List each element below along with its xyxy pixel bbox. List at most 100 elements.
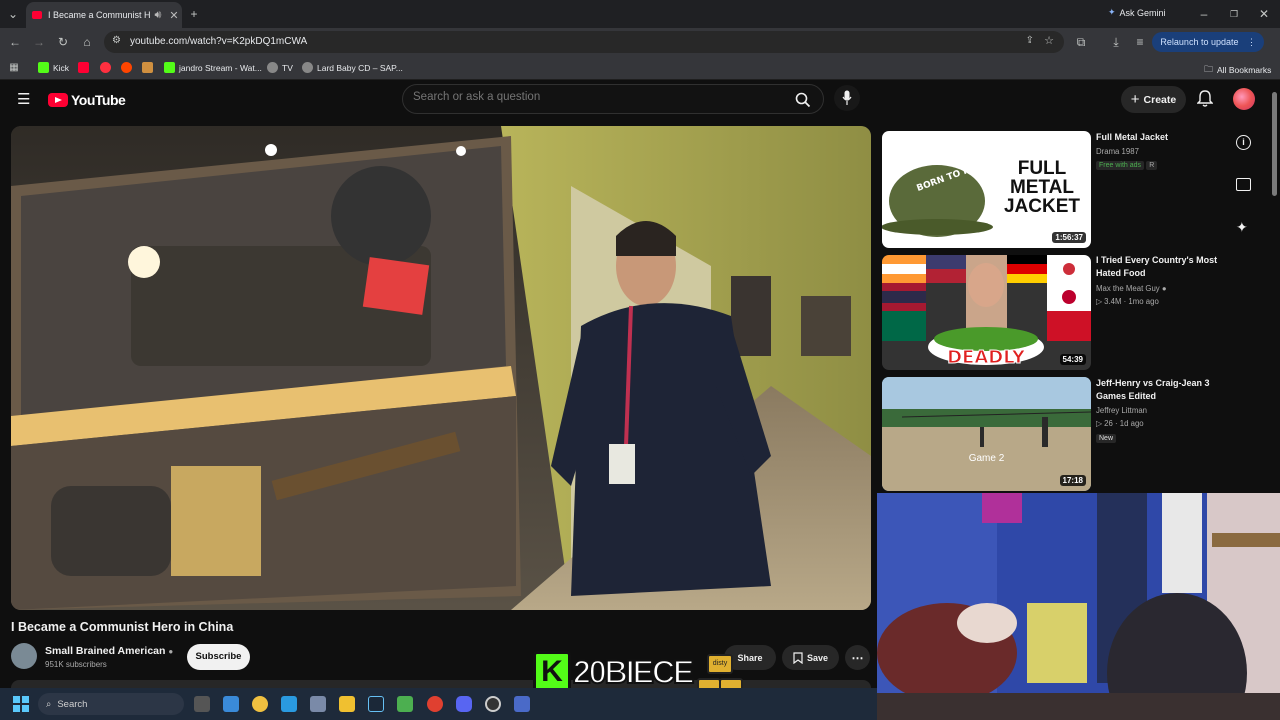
app-icon[interactable] bbox=[514, 696, 530, 712]
sparkle-icon[interactable]: ✦ bbox=[1236, 219, 1248, 236]
reload-icon[interactable]: ↻ bbox=[55, 34, 71, 50]
minecraft-icon[interactable] bbox=[397, 696, 413, 712]
tab-search-icon[interactable]: ⌄ bbox=[5, 6, 21, 22]
weather-icon[interactable] bbox=[252, 696, 268, 712]
bookmark-lard-baby[interactable]: Lard Baby CD – SAP... bbox=[302, 62, 403, 73]
gemini-icon: ✦ bbox=[1108, 7, 1116, 17]
rec-thumbnail[interactable]: BORN TO KILL FULL METAL JACKET 1:56:37 bbox=[882, 131, 1091, 248]
omnibox[interactable]: ⚙ youtube.com/watch?v=K2pkDQ1mCWA ⇪ ☆ bbox=[104, 31, 1064, 53]
search-icon[interactable] bbox=[795, 92, 811, 108]
restore-icon[interactable]: ❐ bbox=[1226, 6, 1242, 22]
channel-avatar[interactable] bbox=[11, 643, 37, 669]
extensions-icon[interactable]: ⧉ bbox=[1073, 34, 1089, 50]
channel-name[interactable]: Small Brained American ● bbox=[45, 645, 173, 657]
browser-tab[interactable]: I Became a Communist Hero in China 🔊︎ ✕ bbox=[26, 2, 182, 28]
bookmark-tv[interactable]: TV bbox=[267, 62, 293, 73]
bookmark-reddit[interactable] bbox=[121, 62, 132, 73]
address-bar-row: ← → ↻ ⌂ ⚙ youtube.com/watch?v=K2pkDQ1mCW… bbox=[0, 28, 1280, 56]
bookmark-jandro[interactable]: jandro Stream - Wat... bbox=[164, 62, 262, 73]
bookmark-star-icon[interactable]: ☆ bbox=[1044, 34, 1054, 47]
rec-stats: ▷ 3.4M · 1mo ago bbox=[1096, 297, 1159, 306]
webcam-image bbox=[877, 493, 1280, 720]
obs-icon[interactable] bbox=[485, 696, 501, 712]
bookmark-youtube[interactable] bbox=[78, 62, 89, 73]
bookmark-music[interactable] bbox=[100, 62, 111, 73]
ask-gemini-button[interactable]: ✦ Ask Gemini bbox=[1108, 7, 1166, 18]
search-input[interactable] bbox=[413, 91, 773, 103]
food-thumb-image: DEADLY bbox=[882, 255, 1091, 369]
file-explorer-icon[interactable] bbox=[339, 696, 355, 712]
all-bookmarks-button[interactable]: 🗀︎ All Bookmarks bbox=[1204, 62, 1271, 78]
task-view-icon[interactable] bbox=[194, 696, 210, 712]
search-icon: ⌕ bbox=[46, 698, 52, 710]
windows-taskbar: ⌕ Search bbox=[0, 688, 877, 720]
voice-search-button[interactable] bbox=[834, 85, 860, 111]
youtube-play-icon bbox=[48, 93, 68, 107]
minimize-icon[interactable]: – bbox=[1196, 6, 1212, 22]
install-icon[interactable]: ⇪ bbox=[1026, 35, 1034, 46]
rec-channel-name: Jeffrey Littman bbox=[1096, 406, 1147, 415]
plus-icon: + bbox=[1130, 91, 1140, 108]
youtube-logo[interactable]: YouTube bbox=[48, 92, 126, 108]
more-menu-icon[interactable]: ⋮ bbox=[1247, 37, 1256, 47]
rec-thumbnail[interactable]: Game 2 17:18 bbox=[882, 377, 1091, 491]
volleyball-thumb-image bbox=[882, 377, 1091, 491]
bookmark-label: Kick bbox=[53, 62, 70, 73]
rec-title[interactable]: Full Metal Jacket bbox=[1096, 131, 1226, 144]
ask-gemini-label: Ask Gemini bbox=[1119, 7, 1166, 18]
site-info-icon[interactable]: ⚙ bbox=[112, 35, 121, 46]
rec-badges: Free with ads R bbox=[1096, 160, 1158, 170]
chat-icon[interactable] bbox=[1236, 178, 1251, 191]
hamburger-menu-icon[interactable]: ☰ bbox=[17, 92, 30, 107]
relaunch-button[interactable]: Relaunch to update ⋮ bbox=[1152, 32, 1264, 52]
speaker-icon[interactable]: 🔊︎ bbox=[150, 9, 166, 22]
bookmark-label: TV bbox=[282, 62, 293, 73]
home-icon[interactable]: ⌂ bbox=[79, 34, 95, 50]
taskbar-search[interactable]: ⌕ Search bbox=[38, 693, 184, 715]
user-avatar[interactable] bbox=[1233, 88, 1255, 110]
url-text[interactable]: youtube.com/watch?v=K2pkDQ1mCWA bbox=[130, 36, 307, 47]
video-player[interactable] bbox=[11, 126, 871, 610]
all-bookmarks-label: All Bookmarks bbox=[1217, 65, 1272, 75]
bookmark-kick[interactable]: Kick bbox=[38, 62, 69, 73]
discord-icon[interactable] bbox=[456, 696, 472, 712]
forward-icon[interactable]: → bbox=[31, 34, 47, 50]
subscribe-button[interactable]: Subscribe bbox=[187, 644, 250, 670]
taskbar-search-label: Search bbox=[57, 698, 88, 710]
download-icon[interactable]: ⤓ bbox=[1108, 34, 1124, 50]
widgets-icon[interactable] bbox=[223, 696, 239, 712]
game-icon bbox=[142, 62, 153, 73]
chrome-icon[interactable] bbox=[427, 696, 443, 712]
create-button[interactable]: + Create bbox=[1121, 86, 1186, 113]
rec-thumbnail[interactable]: DEADLY 54:39 bbox=[882, 255, 1091, 370]
rec-channel-name: Max the Meat Guy bbox=[1096, 284, 1160, 293]
store-icon[interactable] bbox=[281, 696, 297, 712]
save-label: Save bbox=[806, 652, 829, 663]
new-tab-icon[interactable]: + bbox=[186, 6, 202, 22]
rec-title[interactable]: I Tried Every Country's Most Hated Food bbox=[1096, 254, 1226, 280]
search-box[interactable] bbox=[402, 84, 824, 114]
close-tab-icon[interactable]: ✕ bbox=[166, 9, 182, 22]
windows-start-icon[interactable] bbox=[13, 696, 29, 712]
scrollbar-thumb[interactable] bbox=[1272, 92, 1277, 196]
save-button[interactable]: Save bbox=[782, 645, 839, 670]
back-icon[interactable]: ← bbox=[7, 34, 23, 50]
rec-title[interactable]: Jeff-Henry vs Craig-Jean 3 Games Edited bbox=[1096, 377, 1226, 403]
youtube-icon bbox=[78, 62, 89, 73]
subscriber-count: 951K subscribers bbox=[45, 660, 107, 669]
deadly-text: DEADLY bbox=[947, 347, 1026, 368]
game-label: Game 2 bbox=[968, 453, 1005, 464]
calculator-icon[interactable] bbox=[310, 696, 326, 712]
kick-icon bbox=[164, 62, 175, 73]
bookmark-game[interactable] bbox=[142, 62, 153, 73]
info-icon[interactable]: i bbox=[1236, 135, 1251, 150]
new-badge: New bbox=[1096, 434, 1117, 443]
close-window-icon[interactable]: ✕ bbox=[1256, 6, 1272, 22]
webcam-overlay bbox=[877, 493, 1280, 720]
more-actions-button[interactable]: ⋯ bbox=[845, 645, 870, 670]
media-control-icon[interactable]: ≡ bbox=[1132, 34, 1148, 50]
steam-icon[interactable] bbox=[368, 696, 384, 712]
notifications-bell-icon[interactable] bbox=[1197, 90, 1213, 108]
channel-name-text: Small Brained American bbox=[45, 645, 166, 657]
apps-grid-icon[interactable]: ▦ bbox=[6, 60, 22, 76]
